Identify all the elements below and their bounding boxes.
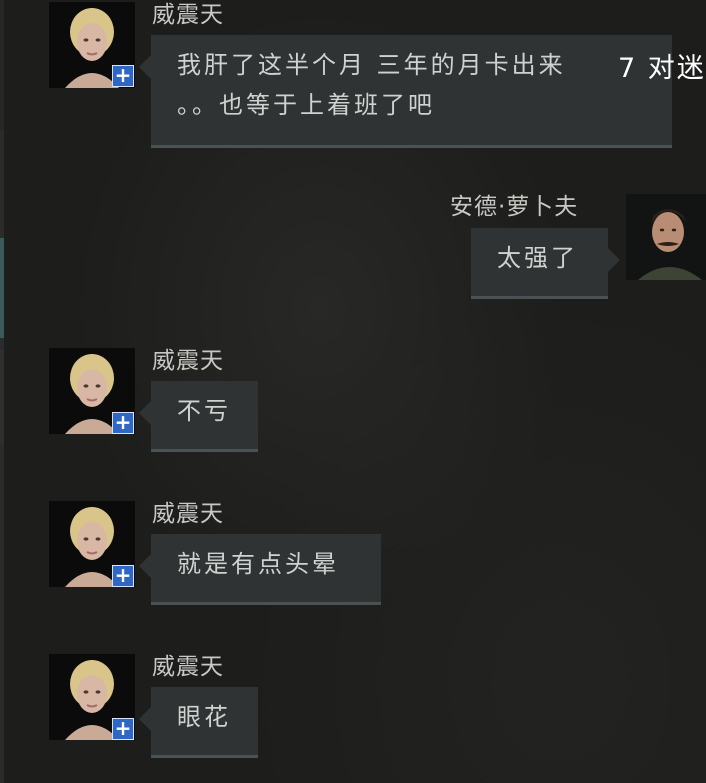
message-bubble: 太强了 xyxy=(471,228,620,299)
bubble-tail xyxy=(139,401,151,425)
message-bubble: 就是有点头晕 xyxy=(139,534,381,605)
rail-segment xyxy=(0,0,4,130)
message-text: 眼花 xyxy=(177,703,231,731)
male-character-portrait-icon xyxy=(626,194,706,280)
message-text: 不亏 xyxy=(177,397,231,425)
bubble-tail xyxy=(139,554,151,578)
left-rail xyxy=(0,0,4,783)
sender-name: 威震天 xyxy=(152,654,224,680)
bubble-tail xyxy=(608,248,620,272)
plus-badge-icon[interactable]: + xyxy=(112,565,134,587)
message-text-line: 我肝了这半个月 三年的月卡出来 xyxy=(177,51,566,79)
rail-segment xyxy=(0,350,4,445)
plus-badge-icon[interactable]: + xyxy=(112,718,134,740)
bubble-tail xyxy=(139,55,151,79)
chat-window: + 威震天 我肝了这半个月 三年的月卡出来 。。也等于上着班了吧 7 对迷 安德… xyxy=(0,0,706,783)
sender-name: 安德·萝卜夫 xyxy=(450,194,579,220)
message-bubble: 眼花 xyxy=(139,687,258,758)
overlay-clipped-text: 7 对迷 xyxy=(618,53,706,84)
message-bubble: 我肝了这半个月 三年的月卡出来 。。也等于上着班了吧 xyxy=(139,35,672,148)
plus-badge-icon[interactable]: + xyxy=(112,412,134,434)
sender-name: 威震天 xyxy=(152,501,224,527)
message-text: 就是有点头晕 xyxy=(177,550,339,578)
sender-name: 威震天 xyxy=(152,2,224,28)
bubble-tail xyxy=(139,707,151,731)
message-text: 太强了 xyxy=(497,244,578,272)
rail-segment-active xyxy=(0,238,4,338)
avatar[interactable] xyxy=(626,194,706,280)
plus-badge-icon[interactable]: + xyxy=(112,65,134,87)
message-text-line: 。。也等于上着班了吧 xyxy=(177,91,435,119)
message-bubble: 不亏 xyxy=(139,381,258,452)
sender-name: 威震天 xyxy=(152,348,224,374)
